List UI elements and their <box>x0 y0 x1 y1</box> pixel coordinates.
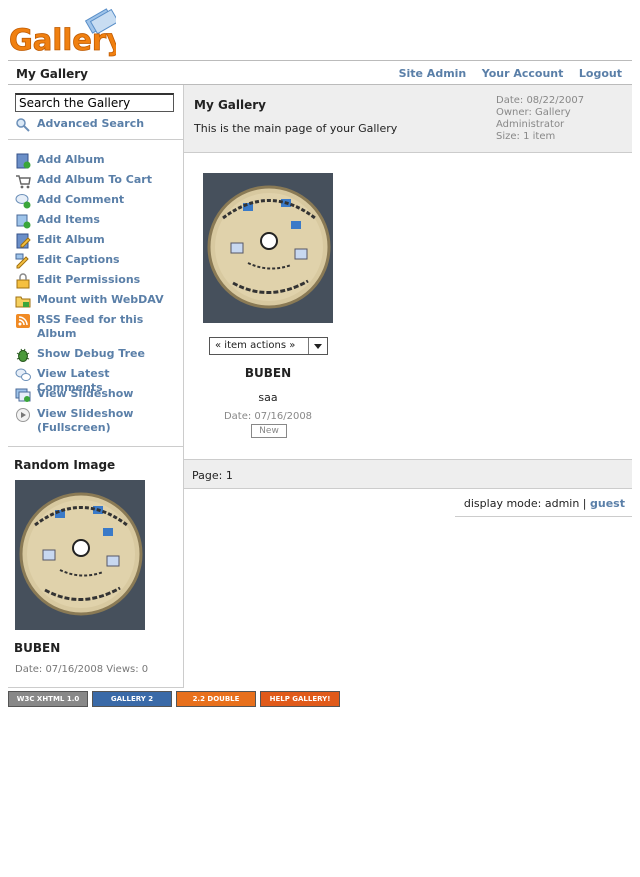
sidebar-item-label: Add Items <box>37 213 100 226</box>
item-description: saa <box>258 391 278 404</box>
system-links: Site Admin Your Account Logout <box>387 67 622 80</box>
album-owner-cont: Administrator <box>496 119 565 130</box>
album-header: My Gallery This is the main page of your… <box>184 85 632 153</box>
random-image-heading: Random Image <box>14 458 116 472</box>
random-image-meta: Date: 07/16/2008 Views: 0 <box>15 664 149 675</box>
slideshow-icon <box>15 388 31 402</box>
sidebar-item-add-to-cart[interactable]: Add Album To Cart <box>15 173 177 189</box>
display-mode-label: display mode: admin | <box>463 497 587 510</box>
bug-icon <box>16 348 30 362</box>
sidebar-item-label: RSS Feed for this Album <box>37 313 144 340</box>
display-mode: display mode: admin | guest <box>455 489 632 517</box>
logout-link[interactable]: Logout <box>579 67 622 80</box>
item-actions-label: « item actions » <box>215 340 296 351</box>
edit-album-icon <box>16 233 31 249</box>
item-thumbnail[interactable] <box>203 173 333 323</box>
sidebar-item-add-items[interactable]: Add Items <box>15 213 177 229</box>
sidebar-item-label: Edit Captions <box>37 253 120 266</box>
cart-icon <box>16 175 31 189</box>
sidebar-item-debug-tree[interactable]: Show Debug Tree <box>15 347 177 363</box>
magnifier-icon <box>16 118 30 132</box>
sidebar-item-edit-album[interactable]: Edit Album <box>15 233 177 249</box>
play-icon <box>16 408 30 422</box>
your-account-link[interactable]: Your Account <box>482 67 564 80</box>
divider <box>8 446 184 447</box>
rss-icon <box>16 314 30 328</box>
edit-captions-icon <box>15 253 29 269</box>
item-date: Date: 07/16/2008 <box>223 411 313 422</box>
album-size: Size: 1 item <box>496 131 556 142</box>
double-double-badge[interactable]: 2.2 DOUBLE DOUBLE <box>176 691 256 717</box>
breadcrumb-bar: My Gallery Site Admin Your Account Logou… <box>8 60 632 85</box>
sidebar-item-label: Mount with WebDAV <box>37 293 164 306</box>
sidebar-item-label: Add Comment <box>37 193 125 206</box>
gallery-logo[interactable]: Gallery <box>8 8 126 58</box>
webdav-icon <box>15 296 31 308</box>
chevron-down-icon[interactable] <box>308 338 327 354</box>
random-image-thumbnail[interactable] <box>15 480 145 630</box>
advanced-search[interactable]: Advanced Search <box>15 117 177 133</box>
permissions-icon <box>16 273 30 289</box>
sidebar-item-label: View Slideshow (Fullscreen) <box>37 407 134 434</box>
comments-icon <box>15 368 31 381</box>
new-badge: New <box>251 424 287 438</box>
guest-mode-link[interactable]: guest <box>590 497 625 510</box>
sidebar-item-label: Add Album <box>37 153 105 166</box>
page-title: My Gallery <box>194 98 266 112</box>
random-image-title[interactable]: BUBEN <box>14 641 60 655</box>
sidebar: Advanced Search Add Album Add Album To C… <box>8 85 184 688</box>
page-label: Page: 1 <box>192 469 233 482</box>
search-input[interactable] <box>15 93 174 112</box>
item-actions-select[interactable]: « item actions » <box>209 337 328 355</box>
add-items-icon <box>16 214 31 229</box>
gallery2-badge[interactable]: GALLERY 2 <box>92 691 172 707</box>
breadcrumb: My Gallery <box>16 67 88 81</box>
w3c-xhtml-badge[interactable]: W3C XHTML 1.0 <box>8 691 88 707</box>
add-album-icon <box>16 153 31 169</box>
sidebar-item-label: Edit Permissions <box>37 273 141 286</box>
sidebar-item-webdav[interactable]: Mount with WebDAV <box>15 293 177 309</box>
album-description: This is the main page of your Gallery <box>194 122 398 135</box>
pager: Page: 1 <box>184 459 632 489</box>
sidebar-item-label: View Slideshow <box>37 387 134 400</box>
sidebar-item-slideshow[interactable]: View Slideshow <box>15 387 177 403</box>
sidebar-item-label: Add Album To Cart <box>37 173 152 186</box>
item-title[interactable]: BUBEN <box>184 366 352 380</box>
sidebar-item-slideshow-fullscreen[interactable]: View Slideshow (Fullscreen) <box>15 407 177 435</box>
add-comment-icon <box>15 194 31 209</box>
logo-text: Gallery <box>9 23 116 57</box>
album-date: Date: 08/22/2007 <box>496 95 585 106</box>
album-owner: Owner: Gallery <box>496 107 571 118</box>
sidebar-item-label: Show Debug Tree <box>37 347 145 360</box>
advanced-search-link[interactable]: Advanced Search <box>37 117 177 131</box>
sidebar-item-rss[interactable]: RSS Feed for this Album <box>15 313 177 341</box>
album-meta: Date: 08/22/2007 Owner: Gallery Administ… <box>496 95 584 143</box>
sidebar-item-edit-captions[interactable]: Edit Captions <box>15 253 177 269</box>
sidebar-item-label: Edit Album <box>37 233 105 246</box>
sidebar-item-add-comment[interactable]: Add Comment <box>15 193 177 209</box>
help-gallery-badge[interactable]: HELP GALLERY! <box>260 691 340 707</box>
sidebar-item-edit-permissions[interactable]: Edit Permissions <box>15 273 177 289</box>
sidebar-item-add-album[interactable]: Add Album <box>15 153 177 169</box>
site-admin-link[interactable]: Site Admin <box>399 67 467 80</box>
divider <box>8 139 184 140</box>
